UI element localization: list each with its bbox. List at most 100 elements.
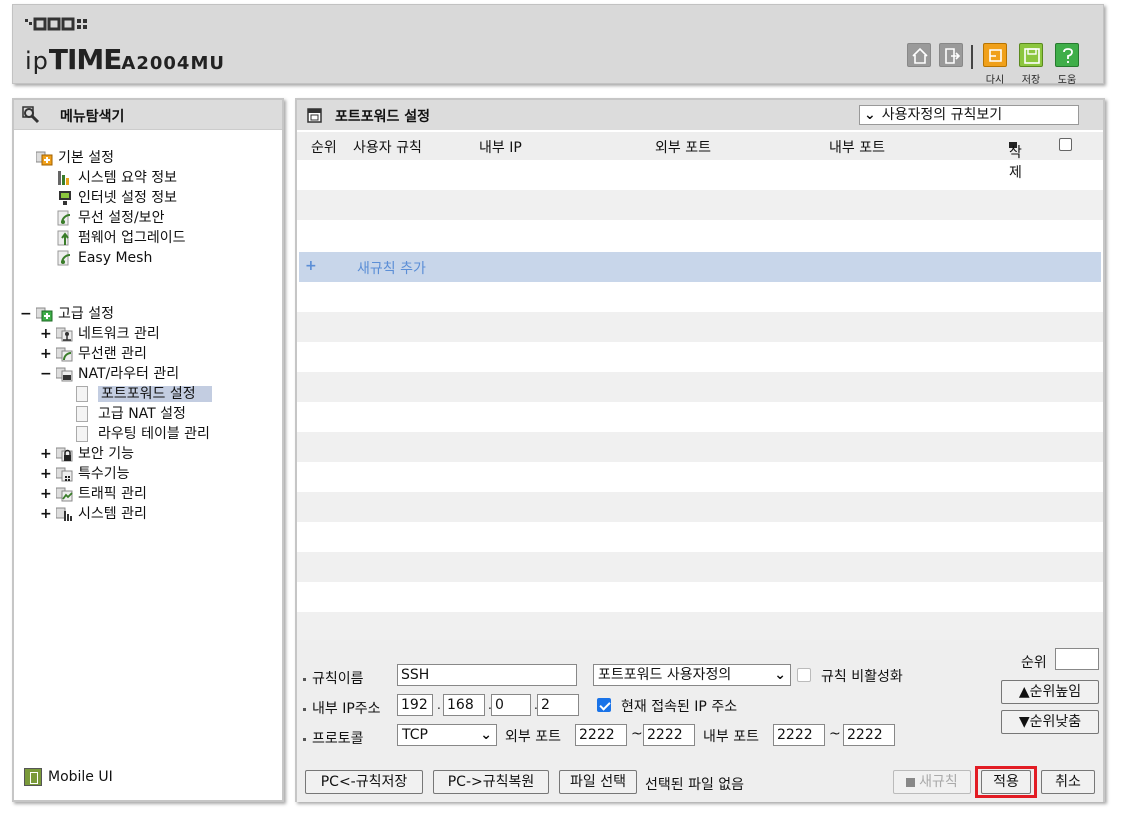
tree-basic-label: 기본 설정 xyxy=(58,150,114,166)
expand-special-icon[interactable]: + xyxy=(40,464,52,484)
bullet-icon xyxy=(303,737,306,741)
disable-rule-checkbox[interactable] xyxy=(797,668,811,682)
use-current-ip-label: 현재 접속된 IP 주소 xyxy=(621,699,738,715)
tree-item-firmware[interactable]: 펌웨어 업그레이드 xyxy=(56,228,186,248)
help-icon[interactable] xyxy=(1055,43,1079,67)
expand-system-icon[interactable]: + xyxy=(40,504,52,524)
network-icon xyxy=(55,325,74,343)
tree-item-system-summary[interactable]: 시스템 요약 정보 xyxy=(56,168,177,188)
home-icon[interactable] xyxy=(907,43,931,67)
tree-item-advanced-nat[interactable]: 고급 NAT 설정 xyxy=(76,404,186,424)
rank-input[interactable] xyxy=(1055,648,1099,670)
tree-item-internet-info[interactable]: 인터넷 설정 정보 xyxy=(56,188,177,208)
mobile-ui-label: Mobile UI xyxy=(48,769,113,785)
ip-octet-3[interactable]: 0 xyxy=(491,694,531,716)
upgrade-icon xyxy=(56,229,74,247)
mobile-ui-link[interactable]: Mobile UI xyxy=(24,768,113,786)
tree-item-easy-mesh[interactable]: Easy Mesh xyxy=(56,248,152,268)
move-up-label: 순위높임 xyxy=(1029,684,1082,700)
brand-logo: ipTIMEA2004MU xyxy=(25,43,225,76)
internal-ip-label: 내부 IP주소 xyxy=(303,698,381,718)
table-row xyxy=(297,612,1103,642)
col-user-rule: 사용자 규칙 xyxy=(353,140,422,156)
table-row xyxy=(297,160,1103,190)
table-row xyxy=(297,432,1103,462)
protocol-label: 프로토콜 xyxy=(303,728,364,748)
no-file-selected-label: 선택된 파일 없음 xyxy=(645,777,745,793)
move-up-button[interactable]: ▲순위높임 xyxy=(1001,680,1099,704)
move-down-button[interactable]: ▼순위낮춤 xyxy=(1001,710,1099,734)
tree-item-label: 시스템 요약 정보 xyxy=(78,170,178,186)
expand-network-icon[interactable]: + xyxy=(40,324,52,344)
add-new-rule-row[interactable]: + 새규칙 추가 xyxy=(299,252,1101,282)
tree-item-label: 고급 NAT 설정 xyxy=(98,406,186,422)
table-row xyxy=(297,582,1103,612)
tree-item-security[interactable]: 보안 기능 xyxy=(55,444,134,464)
help-label: 도움 xyxy=(1057,75,1077,86)
apply-button[interactable]: 적용 xyxy=(981,770,1031,794)
table-row xyxy=(297,282,1103,312)
restart-label: 다시 xyxy=(985,75,1005,86)
rule-type-select[interactable]: 포트포워드 사용자정의 ⌄ xyxy=(593,664,791,686)
plus-icon: + xyxy=(305,258,317,274)
internal-port-from[interactable]: 2222 xyxy=(773,724,825,746)
use-current-ip-checkbox[interactable] xyxy=(597,698,611,712)
port-forward-panel: 포트포워드 설정 ⌄ 사용자정의 규칙보기 순위 사용자 규칙 내부 IP 외부 … xyxy=(295,98,1105,802)
logout-icon[interactable] xyxy=(939,43,963,67)
pc-save-rules-button[interactable]: PC<-규칙저장 xyxy=(305,770,423,794)
rule-name-input[interactable]: SSH xyxy=(397,664,577,686)
page-icon xyxy=(76,406,88,422)
tree-item-traffic[interactable]: 트래픽 관리 xyxy=(55,484,147,504)
expand-wlan-icon[interactable]: + xyxy=(40,344,52,364)
tree-advanced-settings[interactable]: 고급 설정 xyxy=(35,304,114,324)
internal-port-to[interactable]: 2222 xyxy=(843,724,895,746)
col-external-port: 외부 포트 xyxy=(655,140,711,156)
header-separator xyxy=(971,45,973,69)
expand-security-icon[interactable]: + xyxy=(40,444,52,464)
file-select-button[interactable]: 파일 선택 xyxy=(559,770,637,794)
rule-name-label: 규칙이름 xyxy=(303,668,364,688)
rank-label: 순위 xyxy=(1021,655,1047,671)
collapse-nat-icon[interactable]: − xyxy=(40,364,52,384)
protocol-select[interactable]: TCP ⌄ xyxy=(397,724,497,746)
cancel-button[interactable]: 취소 xyxy=(1041,770,1095,794)
page-icon xyxy=(76,386,88,402)
tree-item-label: Easy Mesh xyxy=(78,250,153,266)
rule-view-select[interactable]: ⌄ 사용자정의 규칙보기 xyxy=(859,105,1079,125)
triangle-down-icon: ▼ xyxy=(1018,714,1030,730)
ip-octet-4[interactable]: 2 xyxy=(537,694,579,716)
tree-item-port-forward[interactable]: 포트포워드 설정 xyxy=(76,384,212,404)
rules-table-header: 순위 사용자 규칙 내부 IP 외부 포트 내부 포트 삭제 xyxy=(297,132,1103,181)
tree-item-network[interactable]: 네트워크 관리 xyxy=(55,324,160,344)
tree-item-system[interactable]: 시스템 관리 xyxy=(55,504,147,524)
tree-item-routing-table[interactable]: 라우팅 테이블 관리 xyxy=(76,424,210,444)
tree-item-wireless-security[interactable]: 무선 설정/보안 xyxy=(56,208,164,228)
table-row xyxy=(297,492,1103,522)
ip-octet-2[interactable]: 168 xyxy=(443,694,485,716)
brand-dots-icon xyxy=(25,17,87,31)
select-all-checkbox[interactable] xyxy=(1059,138,1072,151)
save-icon[interactable] xyxy=(1019,43,1043,67)
external-port-from[interactable]: 2222 xyxy=(575,724,627,746)
restart-icon[interactable] xyxy=(983,43,1007,67)
pc-restore-rules-button[interactable]: PC->규칙복원 xyxy=(433,770,549,794)
collapse-advanced-icon[interactable]: − xyxy=(20,304,32,324)
expand-traffic-icon[interactable]: + xyxy=(40,484,52,504)
internal-ip-label-text: 내부 IP주소 xyxy=(312,701,381,717)
table-row xyxy=(297,312,1103,342)
magnifier-icon xyxy=(22,106,40,124)
protocol-label-text: 프로토콜 xyxy=(312,731,364,747)
tree-item-special[interactable]: 특수기능 xyxy=(55,464,130,484)
external-port-to[interactable]: 2222 xyxy=(643,724,695,746)
tree-basic-settings[interactable]: 기본 설정 xyxy=(35,148,114,168)
tree-item-selected-label: 포트포워드 설정 xyxy=(98,386,212,402)
tree-item-nat[interactable]: NAT/라우터 관리 xyxy=(55,364,179,384)
tree-item-wlan[interactable]: 무선랜 관리 xyxy=(55,344,147,364)
menu-explorer-header: 메뉴탐색기 xyxy=(14,100,282,130)
col-internal-port: 내부 포트 xyxy=(829,140,885,156)
ip-octet-1[interactable]: 192 xyxy=(397,694,433,716)
ip-dot: . xyxy=(437,698,441,712)
col-internal-ip: 내부 IP xyxy=(479,140,522,156)
internal-port-label: 내부 포트 xyxy=(703,729,759,745)
page-icon xyxy=(76,426,88,442)
